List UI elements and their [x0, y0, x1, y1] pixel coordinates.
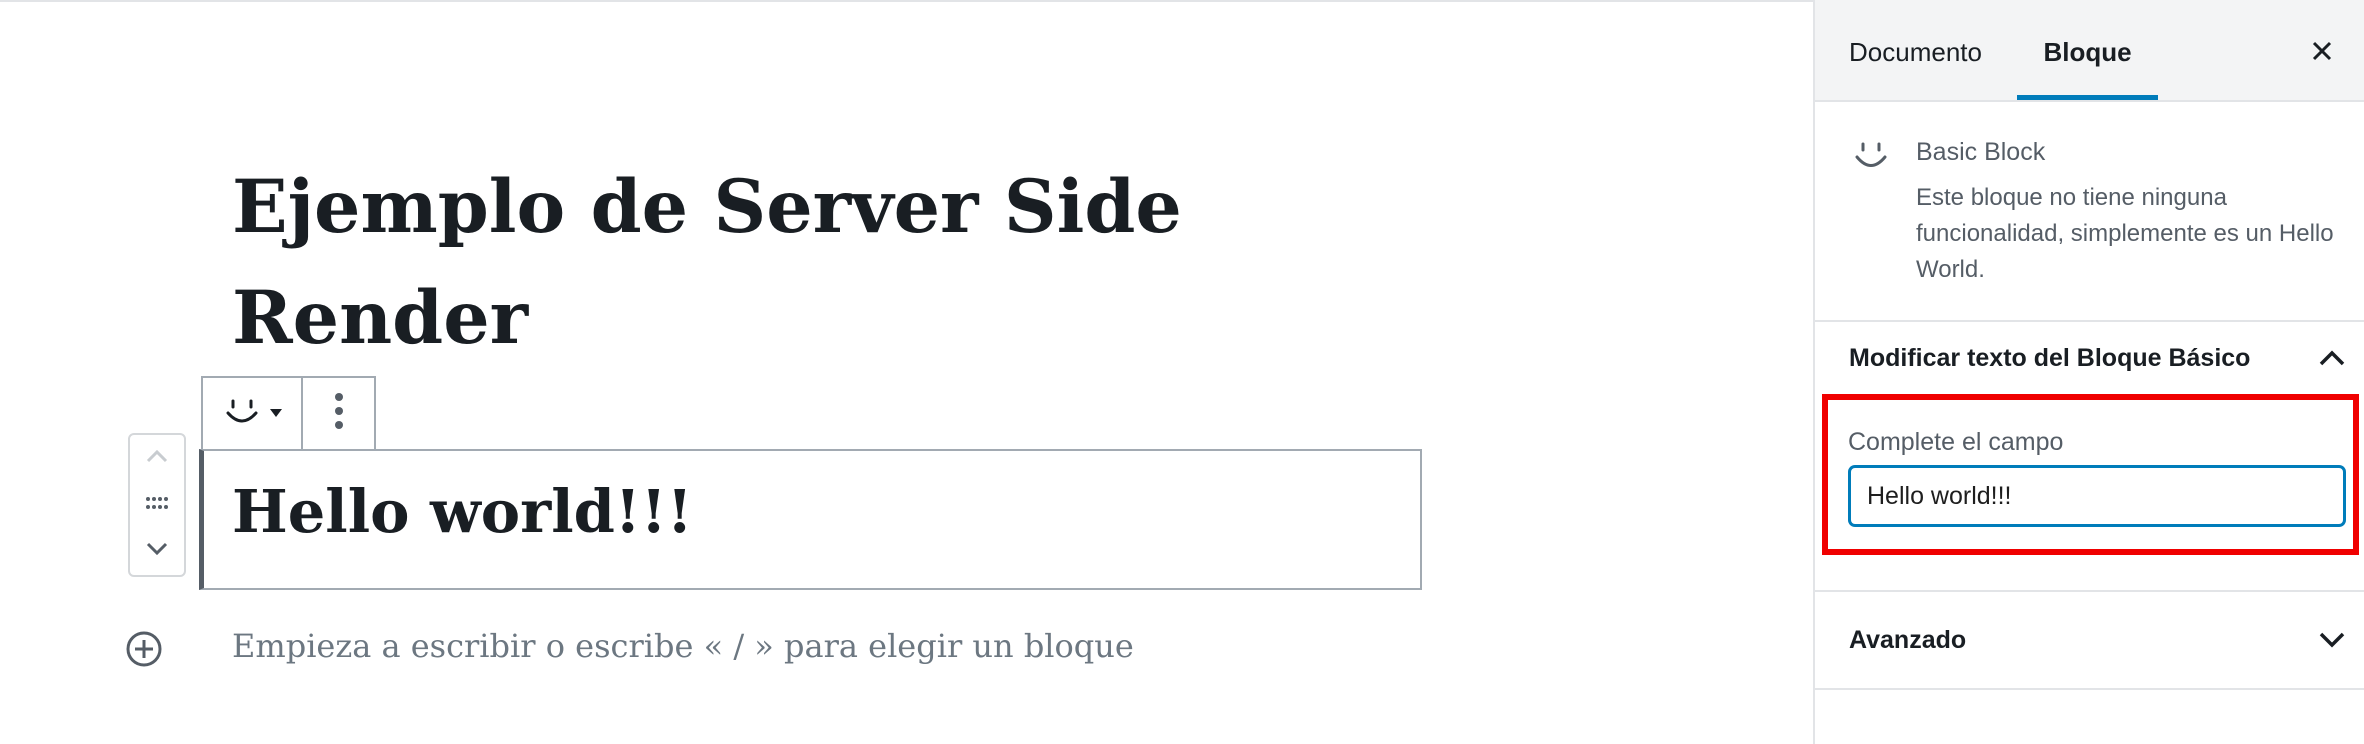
- block-card: Basic Block Este bloque no tiene ninguna…: [1815, 102, 2364, 322]
- move-down-button[interactable]: [145, 541, 169, 562]
- block-card-title: Basic Block: [1916, 138, 2046, 166]
- drag-handle[interactable]: [146, 496, 168, 514]
- default-block-appender[interactable]: Empieza a escribir o escribe « / » para …: [232, 627, 1134, 665]
- add-block-button[interactable]: [124, 629, 164, 674]
- panel-advanced-wrap: Avanzado: [1813, 592, 2364, 688]
- drag-handle-icon: [146, 496, 168, 509]
- panel-divider: [1813, 688, 2364, 690]
- close-icon: [2312, 41, 2332, 61]
- vertical-ellipsis-icon: [334, 391, 344, 436]
- block-card-description: Este bloque no tiene ninguna funcionalid…: [1916, 184, 2334, 283]
- more-options-button[interactable]: [303, 378, 374, 449]
- panel-modify-title: Modificar texto del Bloque Básico: [1849, 343, 2251, 372]
- chevron-up-icon: [146, 450, 168, 463]
- editor-canvas: Ejemplo de Server Side Render Hello worl…: [0, 0, 1813, 744]
- block-mover: [128, 433, 186, 577]
- panel-modify-toggle[interactable]: Modificar texto del Bloque Básico: [1815, 322, 2364, 394]
- smiley-icon: [222, 391, 262, 436]
- caret-down-icon: [270, 405, 282, 423]
- chevron-up-icon: [2319, 350, 2345, 366]
- post-title[interactable]: Ejemplo de Server Side Render: [232, 152, 1232, 374]
- block-text-input[interactable]: [1849, 466, 2345, 526]
- plus-circle-icon: [126, 631, 162, 667]
- close-sidebar-button[interactable]: [2307, 36, 2337, 66]
- panel-advanced-toggle[interactable]: Avanzado: [1815, 592, 2364, 688]
- chevron-down-icon: [146, 542, 168, 555]
- tab-block[interactable]: Bloque: [2017, 0, 2158, 100]
- block-switcher-button[interactable]: [203, 378, 303, 449]
- block-content: Hello world!!!: [232, 477, 693, 546]
- chevron-down-icon: [2319, 632, 2345, 648]
- field-label: Complete el campo: [1848, 428, 2064, 456]
- panel-advanced-title: Avanzado: [1849, 625, 1967, 654]
- sidebar-header: Documento Bloque: [1815, 0, 2364, 102]
- smiley-icon: [1851, 136, 1891, 181]
- tab-document[interactable]: Documento: [1849, 0, 1982, 100]
- move-up-button[interactable]: [145, 448, 169, 469]
- block-toolbar: [201, 376, 376, 449]
- selected-block[interactable]: Hello world!!!: [199, 449, 1422, 590]
